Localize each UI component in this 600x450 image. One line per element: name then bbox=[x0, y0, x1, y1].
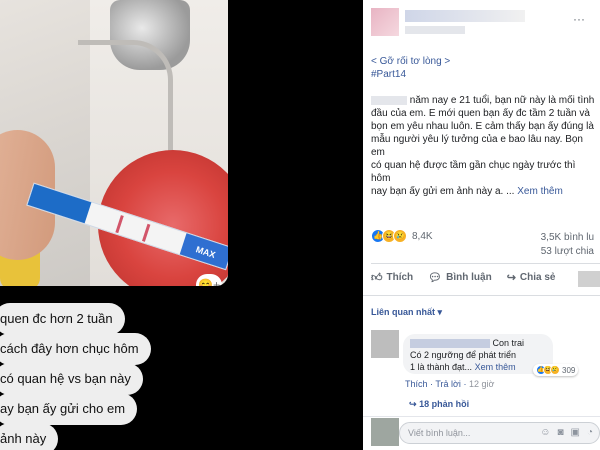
comment-line: 1 là thành đạt... Xem thêm bbox=[410, 362, 516, 372]
sad-reaction-icon: 😢 bbox=[393, 229, 407, 243]
see-more-link[interactable]: Xem thêm bbox=[517, 186, 563, 197]
post-line: năm nay e 21 tuổi, bạn nữ này là mối tìn… bbox=[371, 94, 596, 107]
post-line: nay bạn ấy gửi em ảnh này a. ... Xem thê… bbox=[371, 186, 563, 197]
comments-count[interactable]: 3,5K bình lu bbox=[541, 232, 594, 243]
divider bbox=[371, 263, 600, 264]
post-line: mẫu người yêu lý tưởng của e bao lâu nay… bbox=[371, 134, 583, 158]
comment-icon: 💬︎ bbox=[428, 272, 443, 284]
comment-reactions[interactable]: 👍 😆 😢 309 bbox=[533, 364, 579, 376]
post-line: bọn em yêu nhau luôn. E cảm thấy bạn ấy … bbox=[371, 121, 594, 132]
left-panel: MAX 😊+ quen đc hơn 2 tuần cách đây hơn c… bbox=[0, 0, 305, 450]
chat-bubble: cách đây hơn chục hôm bbox=[0, 333, 151, 365]
comment-actions: Thích · Trả lời · 12 giờ bbox=[405, 379, 495, 389]
share-button[interactable]: ↪ Chia sẻ bbox=[507, 271, 556, 284]
share-icon: ↪ bbox=[506, 272, 516, 284]
add-reaction-icon[interactable]: 😊+ bbox=[196, 274, 222, 286]
post-meta-redacted bbox=[405, 26, 465, 34]
like-button[interactable]: 👍︎ Thích bbox=[371, 271, 413, 284]
sad-reaction-icon: 😢 bbox=[550, 365, 560, 375]
reactions-summary[interactable]: 👍 😆 😢 8,4K bbox=[371, 229, 433, 243]
share-as-avatar[interactable] bbox=[578, 271, 600, 287]
sticker-icon[interactable]: ◔ bbox=[587, 423, 593, 443]
pregnancy-test-photo[interactable]: MAX 😊+ bbox=[0, 0, 228, 286]
facebook-post: ··· < Gỡ rối tơ lòng > #Part14 năm nay e… bbox=[363, 0, 600, 450]
chat-bubble: quen đc hơn 2 tuần bbox=[0, 303, 125, 335]
current-user-avatar bbox=[371, 418, 399, 446]
write-comment-placeholder: Viết bình luận... bbox=[408, 428, 471, 438]
write-comment-input[interactable]: Viết bình luận... ☺ ◙ ▣ ◔ bbox=[399, 422, 600, 444]
page-avatar[interactable] bbox=[371, 8, 399, 36]
more-options-icon[interactable]: ··· bbox=[573, 12, 585, 26]
comment-sort-dropdown[interactable]: Liên quan nhất ▾ bbox=[371, 307, 442, 318]
redacted-text bbox=[371, 95, 407, 105]
gif-icon[interactable]: ▣ bbox=[571, 423, 580, 443]
divider bbox=[363, 295, 600, 296]
comment-time[interactable]: 12 giờ bbox=[469, 379, 494, 389]
page-name-redacted[interactable] bbox=[405, 10, 525, 22]
comment-reaction-count: 309 bbox=[562, 365, 576, 375]
camera-icon[interactable]: ◙ bbox=[557, 423, 563, 443]
post-text: < Gỡ rối tơ lòng > #Part14 năm nay e 21 … bbox=[371, 55, 596, 198]
commenter-avatar[interactable] bbox=[371, 330, 399, 358]
post-heading[interactable]: < Gỡ rối tơ lòng > bbox=[371, 55, 596, 68]
chat-bubble: có quan hệ vs bạn này bbox=[0, 363, 143, 395]
post-actions: 👍︎ Thích 💬︎ Bình luận ↪ Chia sẻ bbox=[371, 271, 571, 284]
chat-bubble: ay bạn ấy gửi cho em bbox=[0, 393, 138, 425]
comment-reply-link[interactable]: Trả lời bbox=[435, 379, 461, 389]
emoji-icon[interactable]: ☺ bbox=[540, 423, 550, 443]
comment-bubble: Con trai Có 2 ngưỡng để phát triển 1 là … bbox=[403, 334, 553, 374]
comment-button[interactable]: 💬︎ Bình luận bbox=[428, 271, 492, 284]
view-replies-link[interactable]: ↪ 18 phản hồi bbox=[409, 399, 469, 410]
comment-input-icons: ☺ ◙ ▣ ◔ bbox=[540, 423, 593, 443]
chat-bubble: ảnh này bbox=[0, 423, 59, 450]
post-line: có quan hệ được tầm gần chục ngày trước … bbox=[371, 160, 576, 184]
strip-line bbox=[115, 215, 124, 234]
divider bbox=[363, 416, 600, 417]
reaction-count: 8,4K bbox=[412, 230, 433, 242]
reply-arrow-icon: ↪ bbox=[409, 399, 417, 409]
shares-count[interactable]: 53 lượt chia bbox=[541, 246, 594, 257]
comment-like-link[interactable]: Thích bbox=[405, 379, 428, 389]
commenter-name-redacted[interactable] bbox=[410, 339, 490, 349]
comment-line: Có 2 ngưỡng để phát triển bbox=[410, 350, 516, 360]
comment-see-more-link[interactable]: Xem thêm bbox=[475, 362, 516, 372]
post-line: đầu của em. E mới quen bạn ấy đc tầm 2 t… bbox=[371, 108, 590, 119]
hashtag[interactable]: #Part14 bbox=[371, 68, 596, 81]
thumbs-up-icon: 👍︎ bbox=[371, 272, 383, 284]
strip-line bbox=[141, 223, 151, 242]
